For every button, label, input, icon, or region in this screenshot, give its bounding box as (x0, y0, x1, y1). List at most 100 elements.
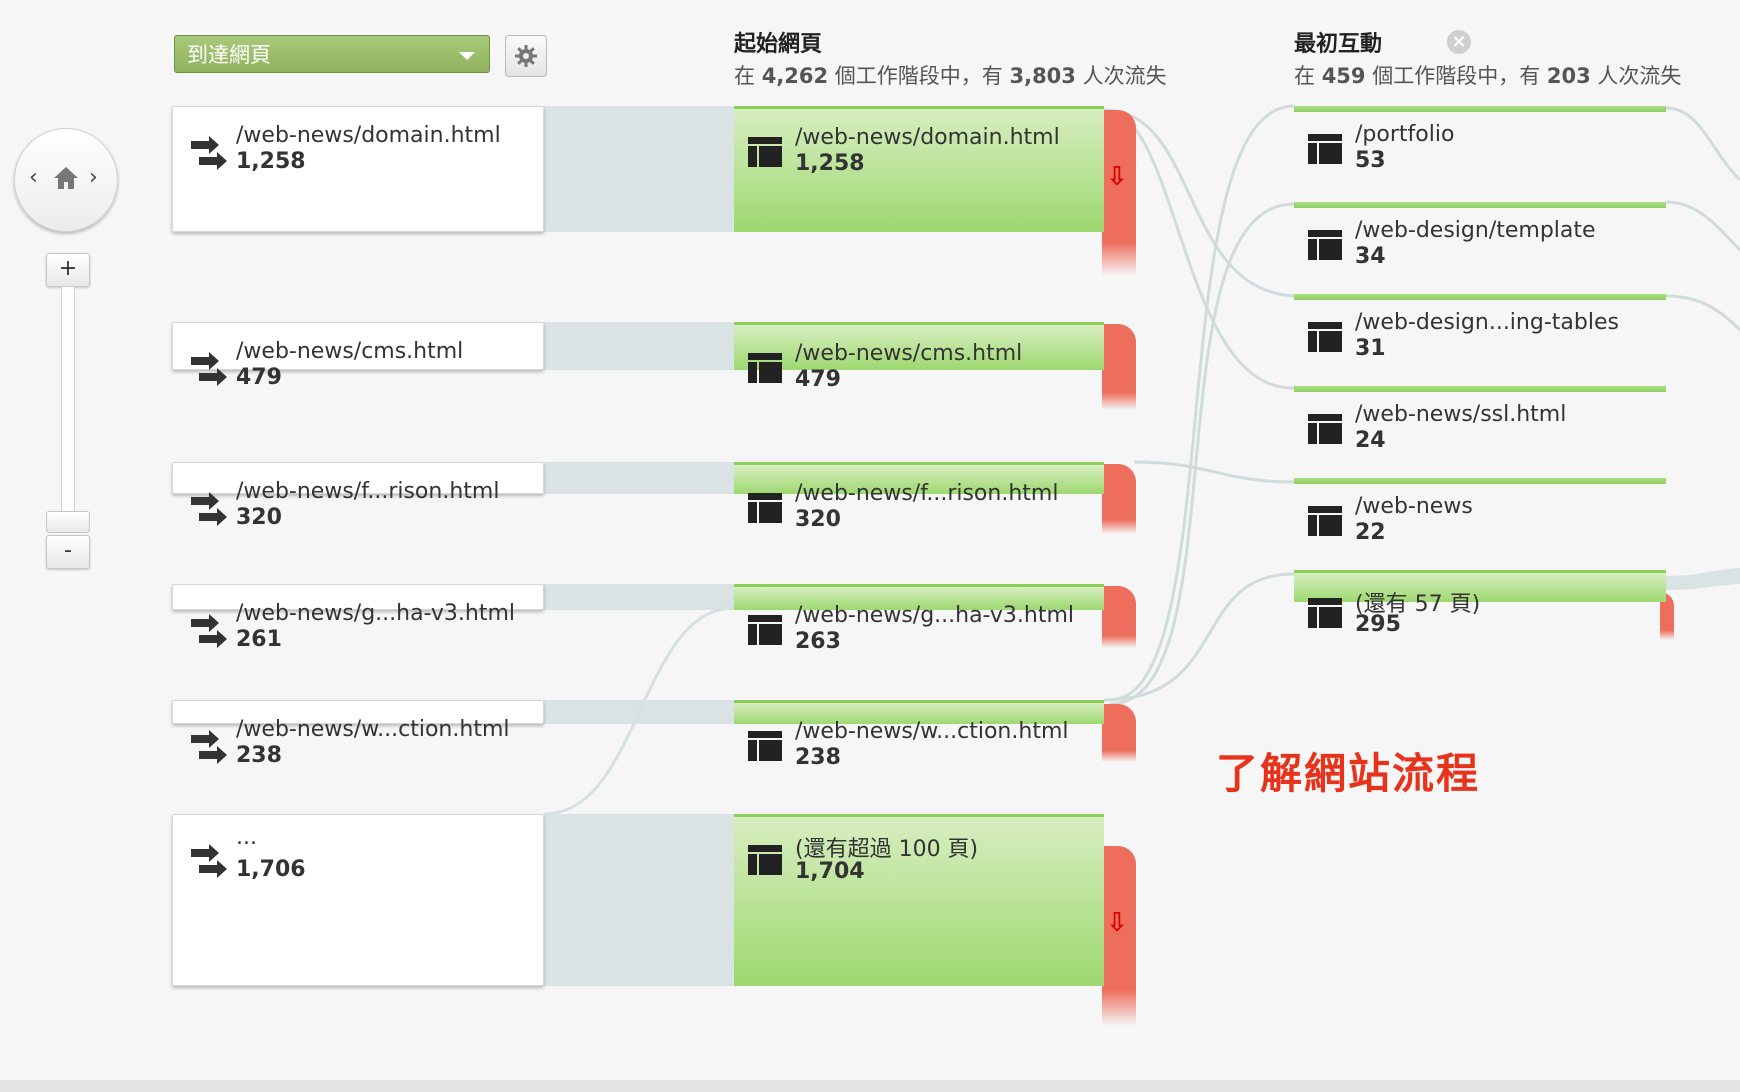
node-label: /web-design/template (1355, 218, 1596, 243)
page-icon (748, 845, 782, 875)
node-label: /web-news/w...ction.html (236, 717, 510, 742)
page-icon (748, 493, 782, 523)
page-icon (1308, 134, 1342, 164)
landing-arrow-icon (191, 730, 227, 764)
settings-button[interactable] (505, 35, 547, 77)
node-count: 22 (1355, 520, 1386, 545)
landing-node[interactable]: /web-news/domain.html 1,258 (172, 106, 544, 232)
page-icon (1308, 230, 1342, 260)
node-label: /web-news/g...ha-v3.html (795, 603, 1075, 628)
flow-line (1133, 460, 1295, 484)
page-icon (748, 137, 782, 167)
node-label: /web-design...ing-tables (1355, 310, 1619, 335)
start-pages-title: 起始網頁 (734, 32, 823, 57)
node-label: /web-news/domain.html (236, 123, 501, 148)
node-count: 263 (795, 629, 841, 654)
node-label: /web-news (1355, 494, 1473, 519)
flow-band (544, 462, 734, 494)
flow-band (544, 584, 734, 610)
interaction-node[interactable]: (還有 57 頁) 295 (1294, 570, 1666, 652)
zoom-slider-handle[interactable] (46, 511, 90, 533)
landing-node[interactable]: /web-news/w...ction.html 238 (172, 700, 544, 768)
flow-line (1665, 200, 1740, 252)
start-page-node[interactable]: /web-news/w...ction.html 238 (734, 700, 1104, 770)
dropoff-bar[interactable] (1102, 464, 1136, 534)
landing-arrow-icon (191, 614, 227, 648)
node-label: /web-news/cms.html (236, 339, 464, 364)
start-page-node[interactable]: /web-news/domain.html 1,258 (734, 106, 1104, 232)
chevron-down-icon (459, 52, 475, 60)
flow-line (1665, 294, 1740, 332)
node-count: 479 (795, 367, 841, 392)
dropoff-bar[interactable] (1102, 110, 1136, 276)
dimension-label: 到達網頁 (187, 43, 271, 67)
node-count: 53 (1355, 148, 1386, 173)
pan-navigator: ‹ › (14, 128, 118, 232)
start-page-node[interactable]: /web-news/f...rison.html 320 (734, 462, 1104, 532)
pan-right-button[interactable]: › (89, 165, 98, 190)
dropoff-bar[interactable] (1102, 324, 1136, 410)
dropoff-bar[interactable] (1102, 704, 1136, 762)
gear-icon (515, 45, 537, 67)
node-count: 1,258 (795, 151, 865, 176)
start-pages-summary: 在 4,262 個工作階段中，有 3,803 人次流失 (734, 64, 1167, 88)
landing-arrow-icon (191, 352, 227, 386)
zoom-slider-track[interactable] (61, 286, 75, 512)
landing-node[interactable]: ... 1,706 (172, 814, 544, 986)
zoom-out-button[interactable]: - (46, 535, 90, 569)
dropoff-arrow-icon: ⇩ (1106, 908, 1128, 938)
node-count: 1,258 (236, 149, 306, 174)
flow-band (1666, 568, 1740, 590)
node-count: 238 (795, 745, 841, 770)
node-label: /web-news/ssl.html (1355, 402, 1567, 427)
start-page-node[interactable]: /web-news/g...ha-v3.html 263 (734, 584, 1104, 654)
interaction-node[interactable]: /web-news/ssl.html 24 (1294, 386, 1666, 468)
landing-node[interactable]: /web-news/f...rison.html 320 (172, 462, 544, 530)
pan-left-button[interactable]: ‹ (29, 165, 38, 190)
flow-canvas: 到達網頁 起始網頁 在 4,262 個工作階段中，有 3,803 人次流失 最初… (0, 0, 1740, 1080)
node-bar (1294, 106, 1666, 112)
node-count: 479 (236, 365, 282, 390)
flow-band (544, 322, 734, 370)
node-label: /web-news/g...ha-v3.html (236, 601, 516, 626)
page-icon (748, 731, 782, 761)
start-page-node[interactable]: /web-news/cms.html 479 (734, 322, 1104, 392)
node-label: /web-news/domain.html (795, 125, 1060, 150)
flow-line (1109, 202, 1295, 706)
first-interaction-title: 最初互動 (1294, 32, 1383, 57)
interaction-node[interactable]: /web-design/template 34 (1294, 202, 1666, 284)
home-icon[interactable] (52, 165, 80, 191)
node-label: ... (236, 825, 257, 850)
node-bar (1294, 386, 1666, 392)
node-bar (1294, 202, 1666, 208)
node-count: 320 (795, 507, 841, 532)
interaction-node[interactable]: /web-design...ing-tables 31 (1294, 294, 1666, 376)
node-label: /web-news/f...rison.html (795, 481, 1059, 506)
node-count: 34 (1355, 244, 1386, 269)
node-label: /web-news/cms.html (795, 341, 1023, 366)
node-count: 31 (1355, 336, 1386, 361)
interaction-node[interactable]: /web-news 22 (1294, 478, 1666, 560)
close-column-icon[interactable]: × (1447, 30, 1471, 54)
start-page-node[interactable]: (還有超過 100 頁) 1,704 (734, 814, 1104, 986)
page-icon (748, 615, 782, 645)
landing-node[interactable]: /web-news/cms.html 479 (172, 322, 544, 390)
zoom-in-button[interactable]: + (46, 253, 90, 287)
bottom-border (0, 1080, 1740, 1092)
interaction-node[interactable]: /portfolio 53 (1294, 106, 1666, 188)
landing-arrow-icon (191, 492, 227, 526)
flow-line (1665, 106, 1740, 182)
node-bar (1294, 294, 1666, 300)
node-count: 24 (1355, 428, 1386, 453)
landing-node[interactable]: /web-news/g...ha-v3.html 261 (172, 584, 544, 652)
dropoff-bar[interactable] (1102, 586, 1136, 648)
node-label: /web-news/f...rison.html (236, 479, 500, 504)
node-label: /web-news/w...ction.html (795, 719, 1069, 744)
flow-band (544, 106, 734, 232)
landing-arrow-icon (191, 844, 227, 878)
page-icon (1308, 506, 1342, 536)
flow-line (543, 606, 735, 816)
dimension-dropdown[interactable]: 到達網頁 (174, 35, 490, 73)
annotation-text: 了解網站流程 (1216, 749, 1481, 798)
node-count: 1,706 (236, 857, 306, 882)
